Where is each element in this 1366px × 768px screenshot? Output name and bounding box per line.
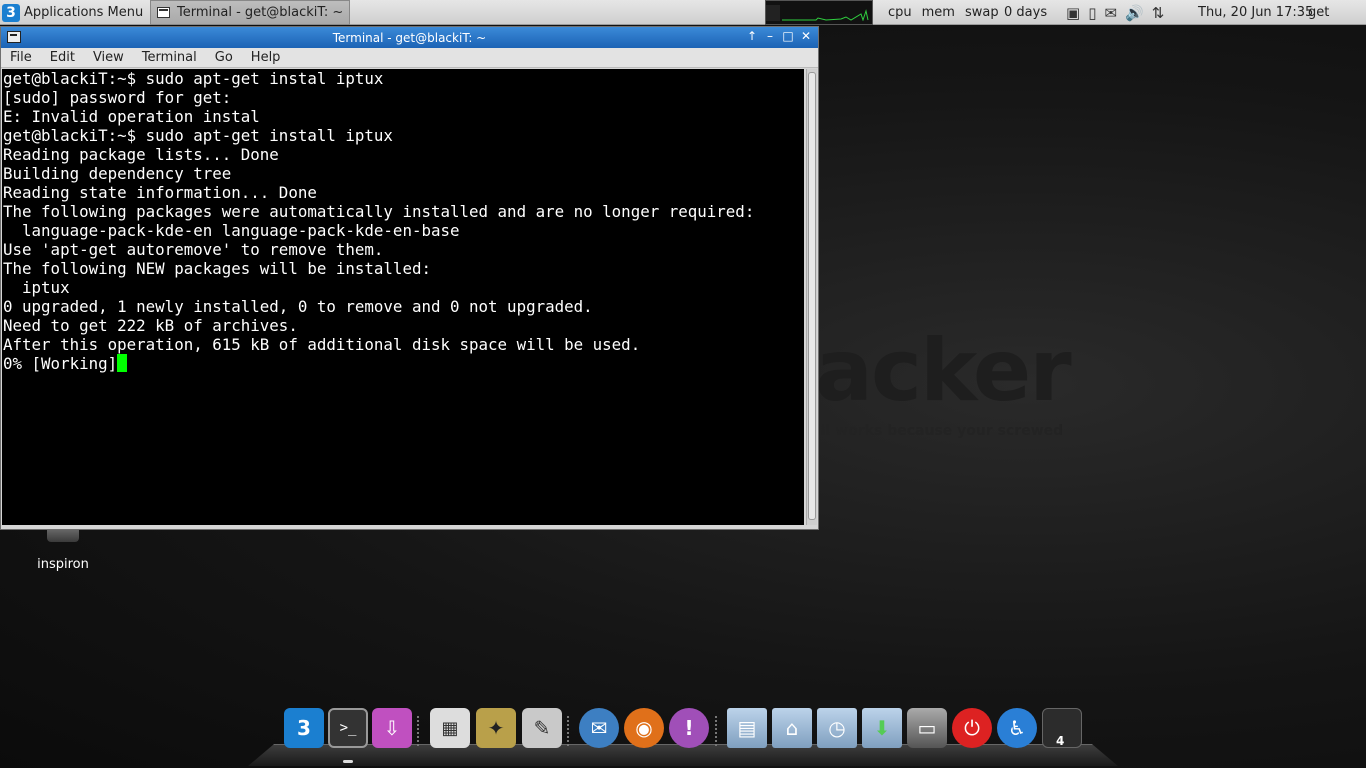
clock[interactable]: Thu, 20 Jun 17:35 — [1198, 0, 1313, 25]
terminal-window: Terminal - get@blackiT: ~ ↑ – □ ✕ File E… — [0, 26, 819, 530]
mem-label: mem — [921, 5, 955, 20]
scrollbar-thumb[interactable] — [808, 72, 816, 520]
desktop-icon-inspiron[interactable]: inspiron — [28, 524, 98, 572]
terminal-line: 0 upgraded, 1 newly installed, 0 to remo… — [3, 297, 593, 316]
maximize-icon[interactable]: □ — [782, 29, 794, 43]
volume-icon[interactable]: 🔊 — [1125, 4, 1144, 22]
user-name: get — [1308, 5, 1330, 20]
terminal-line: Reading state information... Done — [3, 183, 317, 202]
text-editor-icon[interactable]: ✎ — [522, 708, 562, 748]
terminal-line: iptux — [3, 278, 70, 297]
image-viewer-icon[interactable]: ✦ — [476, 708, 516, 748]
terminal-progress-text: 0% [Working] — [3, 354, 118, 373]
menu-file[interactable]: File — [1, 50, 41, 65]
system-tray: ▣ ▯ ✉ 🔊 ⇅ — [1066, 0, 1172, 25]
calculator-icon[interactable]: ▦ — [430, 708, 470, 748]
accessibility-icon[interactable]: ♿ — [997, 708, 1037, 748]
dock-separator — [567, 716, 569, 746]
active-app-indicator — [343, 760, 353, 763]
mail-icon[interactable]: ✉ — [1104, 4, 1117, 22]
taskbar-item-label: Terminal - get@blackiT: ~ — [177, 5, 344, 20]
menu-view[interactable]: View — [84, 50, 133, 65]
updates-icon[interactable]: ⇅ — [1152, 4, 1165, 22]
menu-edit[interactable]: Edit — [41, 50, 84, 65]
terminal-line: E: Invalid operation instal — [3, 107, 260, 126]
terminal-line: After this operation, 615 kB of addition… — [3, 335, 641, 354]
taskbar-item-terminal[interactable]: Terminal - get@blackiT: ~ — [150, 0, 350, 25]
clock-text: Thu, 20 Jun 17:35 — [1198, 5, 1314, 20]
terminal-icon — [7, 31, 21, 43]
menu-help[interactable]: Help — [242, 50, 290, 65]
terminal-line: get@blackiT:~$ sudo apt-get instal iptux — [3, 69, 384, 88]
home-folder-icon[interactable]: ⌂ — [772, 708, 812, 748]
close-icon[interactable]: ✕ — [800, 29, 812, 43]
wallpaper-tagline: ill works because your screwed — [816, 423, 1064, 439]
terminal-line: The following packages were automaticall… — [3, 202, 755, 221]
menu-go[interactable]: Go — [206, 50, 242, 65]
wallpaper-logo-text: acker — [815, 321, 1072, 421]
terminal-line: Building dependency tree — [3, 164, 232, 183]
network-monitor-graph[interactable] — [765, 0, 873, 25]
terminal-line: Reading package lists... Done — [3, 145, 279, 164]
uptime-label: 0 days — [1004, 0, 1047, 25]
network-icon[interactable]: ▣ — [1066, 4, 1080, 22]
terminal-current-line: 0% [Working] — [3, 354, 804, 373]
applications-menu-label: Applications Menu — [24, 5, 144, 20]
terminal-launcher-icon[interactable]: >_ — [328, 708, 368, 748]
applications-menu-button[interactable]: 3 Applications Menu — [0, 0, 143, 25]
battery-icon[interactable]: ▯ — [1088, 4, 1096, 22]
workspace-number-badge: 4 — [1056, 734, 1065, 748]
window-controls: ↑ – □ ✕ — [746, 29, 812, 43]
top-panel: 3 Applications Menu Terminal - get@black… — [0, 0, 1366, 25]
recent-folder-icon[interactable]: ◷ — [817, 708, 857, 748]
firefox-browser-icon[interactable]: ◉ — [624, 708, 664, 748]
terminal-line: The following NEW packages will be insta… — [3, 259, 431, 278]
dock-separator — [715, 716, 717, 746]
power-icon[interactable]: ⏻ — [952, 708, 992, 748]
terminal-scrollbar[interactable] — [806, 69, 817, 525]
terminal-output[interactable]: get@blackiT:~$ sudo apt-get instal iptux… — [2, 69, 804, 525]
distro-logo-icon: 3 — [2, 3, 20, 22]
distro-menu-icon[interactable]: 3 — [284, 708, 324, 748]
terminal-line: language-pack-kde-en language-pack-kde-e… — [3, 221, 460, 240]
desktop-icon-label: inspiron — [37, 557, 89, 572]
terminal-line: get@blackiT:~$ sudo apt-get install iptu… — [3, 126, 393, 145]
terminal-line: Need to get 222 kB of archives. — [3, 316, 298, 335]
terminal-icon — [157, 7, 170, 18]
menu-terminal[interactable]: Terminal — [133, 50, 206, 65]
desktop-show-icon[interactable]: ▭ — [907, 708, 947, 748]
cpu-label: cpu — [888, 5, 912, 20]
documents-folder-icon[interactable]: ▤ — [727, 708, 767, 748]
terminal-line: [sudo] password for get: — [3, 88, 232, 107]
thunderbird-mail-icon[interactable]: ✉ — [579, 708, 619, 748]
swap-label: swap — [964, 5, 999, 20]
shade-up-icon[interactable]: ↑ — [746, 29, 758, 43]
uptime-text: 0 days — [1004, 5, 1048, 20]
downloads-folder-icon[interactable]: ⬇ — [862, 708, 902, 748]
window-titlebar[interactable]: Terminal - get@blackiT: ~ ↑ – □ ✕ — [1, 27, 818, 48]
system-load-monitor[interactable]: cpu mem swap — [888, 0, 1009, 25]
download-manager-icon[interactable]: ⇩ — [372, 708, 412, 748]
menu-bar: File Edit View Terminal Go Help — [1, 48, 818, 68]
text-cursor — [117, 354, 128, 372]
minimize-icon[interactable]: – — [764, 29, 776, 43]
window-title: Terminal - get@blackiT: ~ — [332, 30, 487, 45]
terminal-line: Use 'apt-get autoremove' to remove them. — [3, 240, 384, 259]
network-graph — [766, 4, 869, 21]
dock-separator — [417, 716, 419, 746]
messenger-icon[interactable]: ! — [669, 708, 709, 748]
user-menu[interactable]: get — [1308, 0, 1329, 25]
